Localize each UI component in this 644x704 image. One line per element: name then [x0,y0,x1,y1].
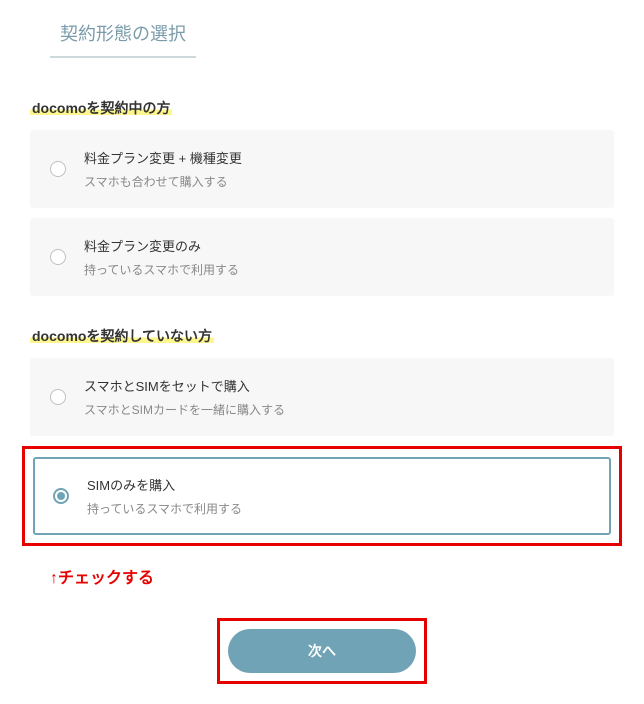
option-title: SIMのみを購入 [87,475,242,494]
option-subtitle: スマホも合わせて購入する [84,173,242,190]
option-title: 料金プラン変更 + 機種変更 [84,148,242,167]
option-subtitle: 持っているスマホで利用する [84,261,239,278]
option-phone-sim-set[interactable]: スマホとSIMをセットで購入 スマホとSIMカードを一緒に購入する [30,358,614,436]
option-subtitle: スマホとSIMカードを一緒に購入する [84,401,285,418]
option-subtitle: 持っているスマホで利用する [87,500,242,517]
next-button[interactable]: 次へ [228,629,416,673]
option-plan-change-only[interactable]: 料金プラン変更のみ 持っているスマホで利用する [30,218,614,296]
annotation-button-highlight: 次へ [217,618,427,684]
group-non-docomo-customer: docomoを契約していない方 スマホとSIMをセットで購入 スマホとSIMカー… [30,326,614,588]
annotation-highlight-box: SIMのみを購入 持っているスマホで利用する [22,446,622,546]
radio-icon [50,389,66,405]
radio-icon [50,161,66,177]
radio-icon [50,249,66,265]
annotation-text: ↑チェックする [50,564,614,588]
option-sim-only[interactable]: SIMのみを購入 持っているスマホで利用する [33,457,611,535]
option-title: 料金プラン変更のみ [84,236,239,255]
group-docomo-customer: docomoを契約中の方 料金プラン変更 + 機種変更 スマホも合わせて購入する… [30,98,614,296]
option-title: スマホとSIMをセットで購入 [84,376,285,395]
group-label: docomoを契約していない方 [30,328,214,344]
radio-icon-checked [53,488,69,504]
group-label: docomoを契約中の方 [30,100,172,116]
option-plan-change-device[interactable]: 料金プラン変更 + 機種変更 スマホも合わせて購入する [30,130,614,208]
section-title: 契約形態の選択 [50,20,196,58]
